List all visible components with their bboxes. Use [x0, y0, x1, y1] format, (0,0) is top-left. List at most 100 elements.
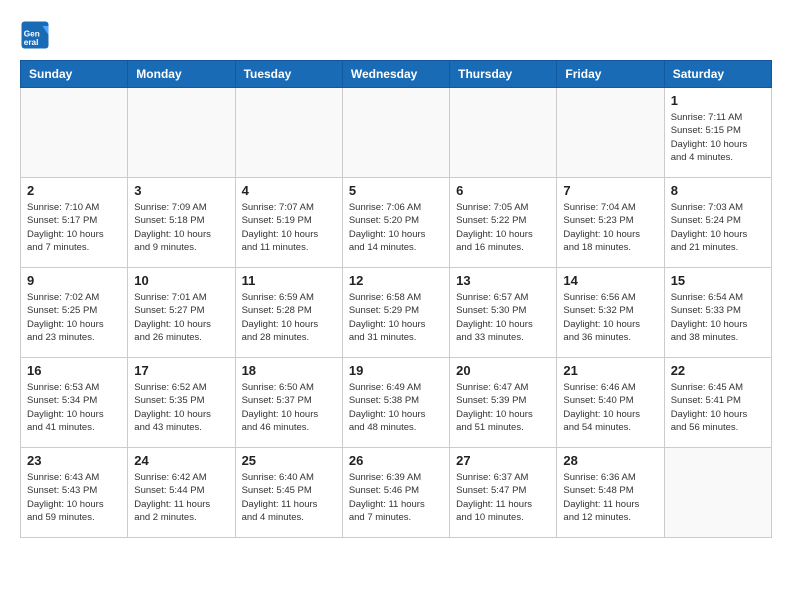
day-detail: Sunrise: 6:47 AM Sunset: 5:39 PM Dayligh… [456, 381, 550, 434]
calendar-cell [128, 88, 235, 178]
calendar-cell: 15 Sunrise: 6:54 AM Sunset: 5:33 PM Dayli… [664, 268, 771, 358]
day-detail: Sunrise: 6:36 AM Sunset: 5:48 PM Dayligh… [563, 471, 657, 524]
day-detail: Sunrise: 6:54 AM Sunset: 5:33 PM Dayligh… [671, 291, 765, 344]
day-detail: Sunrise: 6:52 AM Sunset: 5:35 PM Dayligh… [134, 381, 228, 434]
day-number: 14 [563, 273, 657, 288]
calendar-cell: 24Sunrise: 6:42 AM Sunset: 5:44 PM Dayli… [128, 448, 235, 538]
day-detail: Sunrise: 6:53 AM Sunset: 5:34 PM Dayligh… [27, 381, 121, 434]
week-row-1: 1 Sunrise: 7:11 AM Sunset: 5:15 PM Daylig… [21, 88, 772, 178]
day-number: 6 [456, 183, 550, 198]
calendar-cell: 25 Sunrise: 6:40 AM Sunset: 5:45 PM Dayli… [235, 448, 342, 538]
calendar-cell: 18Sunrise: 6:50 AM Sunset: 5:37 PM Dayli… [235, 358, 342, 448]
calendar-cell: 27 Sunrise: 6:37 AM Sunset: 5:47 PM Dayli… [450, 448, 557, 538]
day-number: 20 [456, 363, 550, 378]
day-number: 4 [242, 183, 336, 198]
day-detail: Sunrise: 7:11 AM Sunset: 5:15 PM Dayligh… [671, 111, 765, 164]
col-header-wednesday: Wednesday [342, 61, 449, 88]
day-detail: Sunrise: 7:01 AM Sunset: 5:27 PM Dayligh… [134, 291, 228, 344]
col-header-thursday: Thursday [450, 61, 557, 88]
calendar-cell: 10 Sunrise: 7:01 AM Sunset: 5:27 PM Dayli… [128, 268, 235, 358]
page-header: Gen eral [20, 20, 772, 50]
day-detail: Sunrise: 6:57 AM Sunset: 5:30 PM Dayligh… [456, 291, 550, 344]
calendar-cell: 13 Sunrise: 6:57 AM Sunset: 5:30 PM Dayli… [450, 268, 557, 358]
col-header-sunday: Sunday [21, 61, 128, 88]
day-detail: Sunrise: 7:05 AM Sunset: 5:22 PM Dayligh… [456, 201, 550, 254]
day-number: 21 [563, 363, 657, 378]
logo: Gen eral [20, 20, 54, 50]
day-number: 28 [563, 453, 657, 468]
day-number: 22 [671, 363, 765, 378]
col-header-monday: Monday [128, 61, 235, 88]
calendar-cell: 2 Sunrise: 7:10 AM Sunset: 5:17 PM Daylig… [21, 178, 128, 268]
calendar-cell: 9Sunrise: 7:02 AM Sunset: 5:25 PM Daylig… [21, 268, 128, 358]
day-number: 2 [27, 183, 121, 198]
svg-text:eral: eral [24, 38, 39, 47]
calendar-cell: 8 Sunrise: 7:03 AM Sunset: 5:24 PM Daylig… [664, 178, 771, 268]
calendar-cell: 22 Sunrise: 6:45 AM Sunset: 5:41 PM Dayli… [664, 358, 771, 448]
day-number: 27 [456, 453, 550, 468]
day-number: 9 [27, 273, 121, 288]
calendar-cell: 4 Sunrise: 7:07 AM Sunset: 5:19 PM Daylig… [235, 178, 342, 268]
day-number: 5 [349, 183, 443, 198]
day-number: 8 [671, 183, 765, 198]
day-number: 15 [671, 273, 765, 288]
day-number: 24 [134, 453, 228, 468]
day-number: 12 [349, 273, 443, 288]
calendar-cell: 3Sunrise: 7:09 AM Sunset: 5:18 PM Daylig… [128, 178, 235, 268]
col-header-friday: Friday [557, 61, 664, 88]
col-header-saturday: Saturday [664, 61, 771, 88]
calendar-cell [664, 448, 771, 538]
week-row-2: 2 Sunrise: 7:10 AM Sunset: 5:17 PM Daylig… [21, 178, 772, 268]
logo-icon: Gen eral [20, 20, 50, 50]
day-number: 23 [27, 453, 121, 468]
day-number: 16 [27, 363, 121, 378]
calendar-cell [342, 88, 449, 178]
col-header-tuesday: Tuesday [235, 61, 342, 88]
day-detail: Sunrise: 6:58 AM Sunset: 5:29 PM Dayligh… [349, 291, 443, 344]
calendar-cell [557, 88, 664, 178]
day-detail: Sunrise: 7:06 AM Sunset: 5:20 PM Dayligh… [349, 201, 443, 254]
day-detail: Sunrise: 7:04 AM Sunset: 5:23 PM Dayligh… [563, 201, 657, 254]
week-row-5: 23 Sunrise: 6:43 AM Sunset: 5:43 PM Dayli… [21, 448, 772, 538]
calendar-cell: 7 Sunrise: 7:04 AM Sunset: 5:23 PM Daylig… [557, 178, 664, 268]
day-detail: Sunrise: 7:10 AM Sunset: 5:17 PM Dayligh… [27, 201, 121, 254]
calendar-cell: 21 Sunrise: 6:46 AM Sunset: 5:40 PM Dayli… [557, 358, 664, 448]
calendar-cell: 11 Sunrise: 6:59 AM Sunset: 5:28 PM Dayli… [235, 268, 342, 358]
day-detail: Sunrise: 6:49 AM Sunset: 5:38 PM Dayligh… [349, 381, 443, 434]
day-detail: Sunrise: 6:45 AM Sunset: 5:41 PM Dayligh… [671, 381, 765, 434]
calendar-cell [21, 88, 128, 178]
day-number: 25 [242, 453, 336, 468]
calendar-cell: 19 Sunrise: 6:49 AM Sunset: 5:38 PM Dayli… [342, 358, 449, 448]
calendar-cell: 28 Sunrise: 6:36 AM Sunset: 5:48 PM Dayli… [557, 448, 664, 538]
day-number: 1 [671, 93, 765, 108]
calendar-cell: 1 Sunrise: 7:11 AM Sunset: 5:15 PM Daylig… [664, 88, 771, 178]
calendar-header-row: SundayMondayTuesdayWednesdayThursdayFrid… [21, 61, 772, 88]
day-number: 11 [242, 273, 336, 288]
day-number: 18 [242, 363, 336, 378]
calendar-cell [235, 88, 342, 178]
day-number: 7 [563, 183, 657, 198]
calendar-table: SundayMondayTuesdayWednesdayThursdayFrid… [20, 60, 772, 538]
day-number: 17 [134, 363, 228, 378]
day-number: 10 [134, 273, 228, 288]
day-detail: Sunrise: 6:56 AM Sunset: 5:32 PM Dayligh… [563, 291, 657, 344]
day-detail: Sunrise: 6:59 AM Sunset: 5:28 PM Dayligh… [242, 291, 336, 344]
calendar-cell: 20 Sunrise: 6:47 AM Sunset: 5:39 PM Dayli… [450, 358, 557, 448]
day-detail: Sunrise: 7:09 AM Sunset: 5:18 PM Dayligh… [134, 201, 228, 254]
week-row-4: 16 Sunrise: 6:53 AM Sunset: 5:34 PM Dayli… [21, 358, 772, 448]
calendar-cell [450, 88, 557, 178]
day-detail: Sunrise: 6:43 AM Sunset: 5:43 PM Dayligh… [27, 471, 121, 524]
day-detail: Sunrise: 7:07 AM Sunset: 5:19 PM Dayligh… [242, 201, 336, 254]
day-number: 26 [349, 453, 443, 468]
calendar-cell: 12 Sunrise: 6:58 AM Sunset: 5:29 PM Dayli… [342, 268, 449, 358]
day-detail: Sunrise: 6:37 AM Sunset: 5:47 PM Dayligh… [456, 471, 550, 524]
calendar-cell: 17 Sunrise: 6:52 AM Sunset: 5:35 PM Dayli… [128, 358, 235, 448]
calendar-cell: 16 Sunrise: 6:53 AM Sunset: 5:34 PM Dayli… [21, 358, 128, 448]
day-number: 19 [349, 363, 443, 378]
day-detail: Sunrise: 7:03 AM Sunset: 5:24 PM Dayligh… [671, 201, 765, 254]
calendar-cell: 5 Sunrise: 7:06 AM Sunset: 5:20 PM Daylig… [342, 178, 449, 268]
day-detail: Sunrise: 6:40 AM Sunset: 5:45 PM Dayligh… [242, 471, 336, 524]
day-number: 13 [456, 273, 550, 288]
calendar-cell: 23 Sunrise: 6:43 AM Sunset: 5:43 PM Dayli… [21, 448, 128, 538]
day-detail: Sunrise: 6:46 AM Sunset: 5:40 PM Dayligh… [563, 381, 657, 434]
